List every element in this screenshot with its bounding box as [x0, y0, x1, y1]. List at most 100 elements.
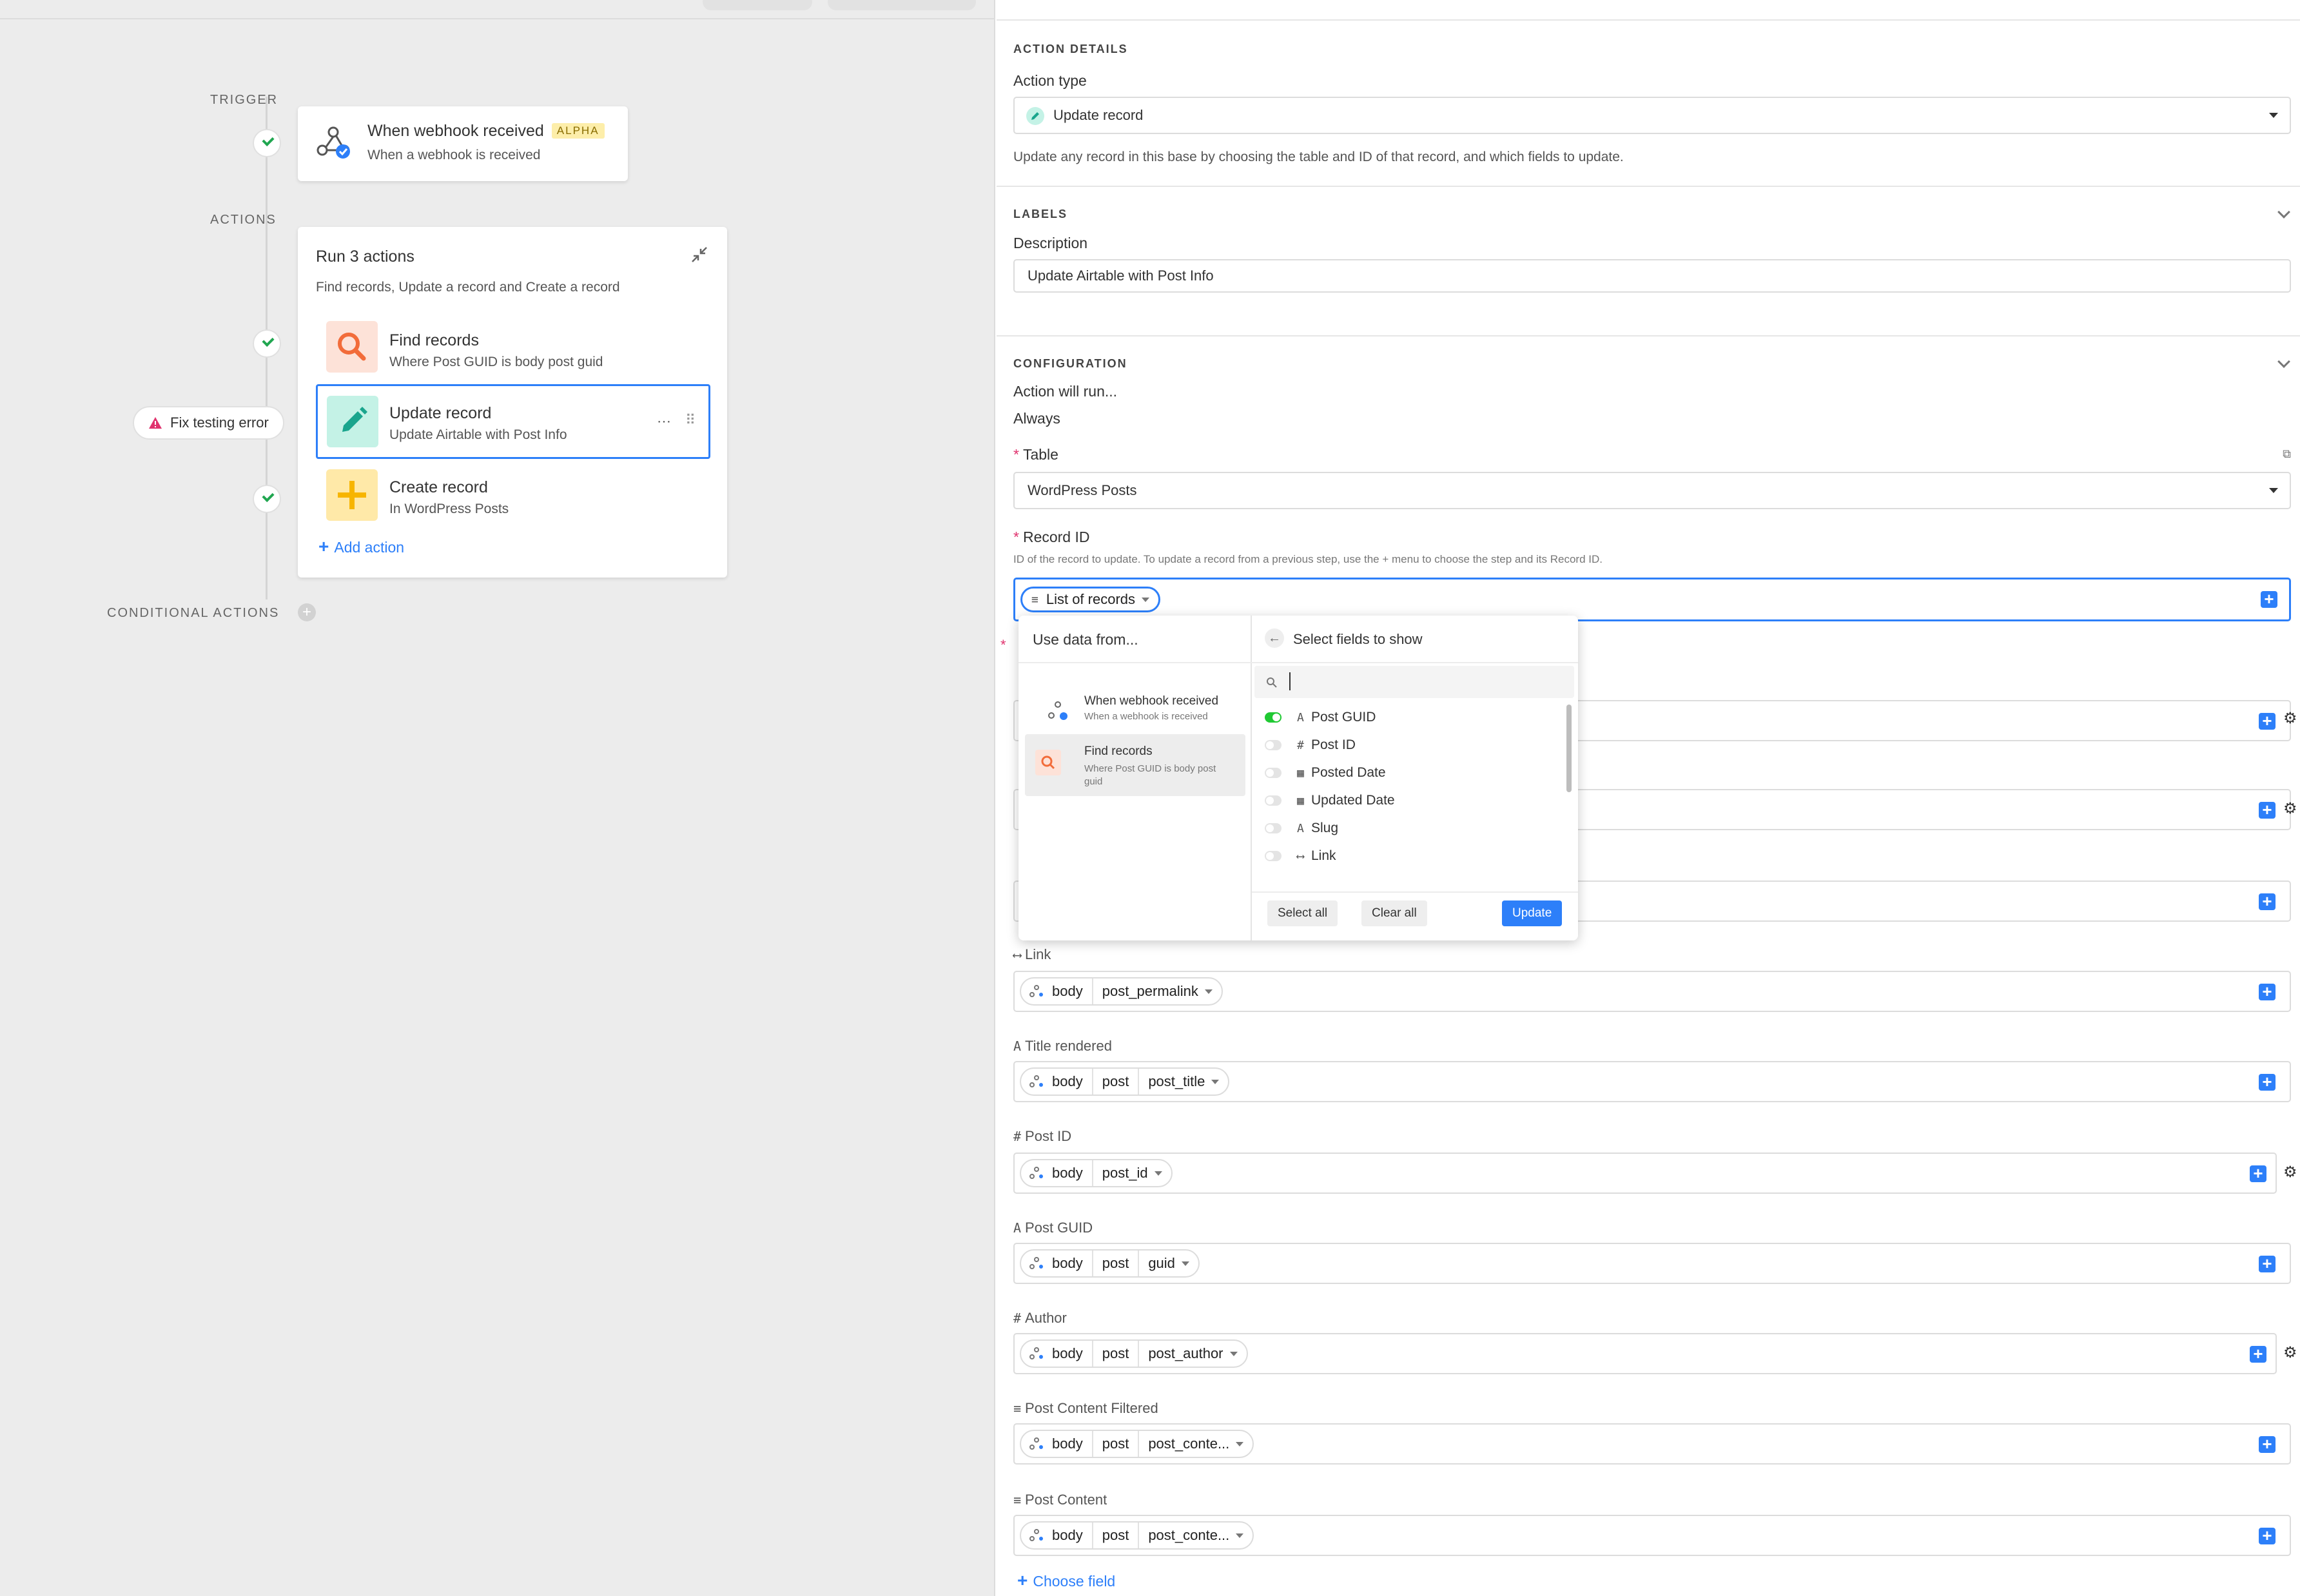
long-text-type-icon: ≡ — [1013, 1492, 1022, 1508]
gear-icon[interactable]: ⚙ — [2283, 1343, 2297, 1362]
field-input-author[interactable]: body post post_author + — [1013, 1333, 2277, 1374]
chevron-down-icon — [2269, 113, 2278, 118]
drag-handle-icon[interactable]: ⠿ — [685, 412, 696, 429]
toggle-switch[interactable] — [1265, 851, 1282, 861]
action-group-card[interactable]: Run 3 actions Find records, Update a rec… — [298, 227, 727, 578]
choose-field-button[interactable]: + Choose field — [1017, 1570, 1115, 1591]
add-conditional-icon[interactable]: + — [298, 603, 316, 621]
token-chip[interactable]: body post guid — [1020, 1249, 1200, 1278]
insert-data-button[interactable]: + — [2259, 712, 2276, 730]
gear-icon[interactable]: ⚙ — [2283, 709, 2297, 728]
status-check-icon — [253, 129, 281, 157]
field-input-post-content-filtered[interactable]: body post post_conte... + — [1013, 1423, 2291, 1465]
field-option[interactable]: A Post GUID — [1252, 705, 1561, 730]
add-action-button[interactable]: + Add action — [318, 536, 404, 557]
insert-data-button[interactable]: + — [2261, 590, 2277, 608]
update-button[interactable]: Update — [1502, 900, 1563, 926]
toggle-switch[interactable] — [1265, 740, 1282, 750]
field-input-post-guid[interactable]: body post guid + — [1013, 1243, 2291, 1284]
expand-icon[interactable]: ⧉ — [2283, 447, 2291, 461]
token-chip[interactable]: body post post_conte... — [1020, 1521, 1254, 1550]
action-details-heading: ACTION DETAILS — [1013, 43, 1128, 55]
field-option[interactable]: # Post ID — [1252, 732, 1561, 758]
webhook-icon — [1029, 1528, 1044, 1543]
required-marker: * — [1000, 637, 1006, 653]
action-create-record[interactable]: Create record In WordPress Posts — [316, 460, 709, 529]
token-chip[interactable]: body post post_author — [1020, 1339, 1248, 1368]
back-arrow-icon[interactable]: ← — [1265, 628, 1284, 648]
chevron-down-icon — [1211, 1079, 1220, 1084]
field-option[interactable]: ▦ Posted Date — [1252, 760, 1561, 786]
text-type-icon: A — [1013, 1220, 1022, 1236]
data-picker-popover: Use data from... When webhook received W… — [1018, 616, 1578, 940]
description-input[interactable]: Update Airtable with Post Info — [1013, 259, 2291, 293]
token-chip[interactable]: body post_id — [1020, 1159, 1173, 1187]
action-title: Find records — [389, 331, 479, 349]
toggle-switch[interactable] — [1265, 823, 1282, 833]
insert-data-button[interactable]: + — [2259, 893, 2276, 910]
insert-data-button[interactable]: + — [2259, 1527, 2276, 1544]
insert-data-button[interactable]: + — [2259, 801, 2276, 819]
field-option-name: Post GUID — [1311, 710, 1376, 725]
insert-data-button[interactable]: + — [2259, 1073, 2276, 1091]
token-chip[interactable]: body post_permalink — [1020, 977, 1223, 1006]
field-option[interactable]: ▦ Updated Date — [1252, 788, 1561, 813]
fix-testing-error-badge[interactable]: Fix testing error — [133, 406, 284, 440]
token-segment: post — [1102, 1073, 1129, 1089]
action-subtitle: Update Airtable with Post Info — [389, 427, 567, 442]
insert-data-button[interactable]: + — [2250, 1165, 2266, 1182]
action-title: Create record — [389, 478, 488, 496]
chevron-down-icon[interactable] — [2277, 206, 2290, 219]
table-select[interactable]: WordPress Posts — [1013, 472, 2291, 509]
number-type-icon: # — [1013, 1310, 1022, 1326]
text-cursor — [1289, 672, 1291, 690]
clear-all-button[interactable]: Clear all — [1361, 900, 1427, 926]
gear-icon[interactable]: ⚙ — [2283, 799, 2297, 818]
webhook-icon — [1029, 1165, 1044, 1181]
field-option-name: Link — [1311, 848, 1336, 863]
chevron-down-icon — [1236, 1441, 1244, 1446]
toolbar-dropdown[interactable] — [828, 0, 976, 10]
field-option[interactable]: A Slug — [1252, 815, 1561, 841]
toggle-switch[interactable] — [1265, 712, 1282, 723]
source-subtitle: When a webhook is received — [1084, 711, 1208, 722]
action-subtitle: Where Post GUID is body post guid — [389, 355, 603, 369]
more-icon[interactable]: ⋯ — [657, 413, 671, 430]
toggle-switch[interactable] — [1265, 795, 1282, 806]
field-input-title-rendered[interactable]: body post post_title + — [1013, 1061, 2291, 1102]
toggle-switch[interactable] — [1265, 768, 1282, 778]
insert-data-button[interactable]: + — [2250, 1345, 2266, 1363]
insert-data-button[interactable]: + — [2259, 1435, 2276, 1453]
token-chip[interactable]: body post post_conte... — [1020, 1430, 1254, 1458]
token-chip[interactable]: body post post_title — [1020, 1067, 1230, 1096]
webhook-icon — [1029, 1346, 1044, 1361]
field-input-link[interactable]: body post_permalink + — [1013, 971, 2291, 1012]
field-input-post-id[interactable]: body post_id + — [1013, 1153, 2277, 1194]
field-search-input[interactable] — [1254, 666, 1574, 698]
collapse-icon[interactable] — [691, 246, 708, 263]
insert-data-button[interactable]: + — [2259, 983, 2276, 1000]
token-segment: body — [1052, 1165, 1083, 1181]
record-id-input[interactable]: ≡ List of records + — [1013, 578, 2291, 621]
list-of-records-chip[interactable]: ≡ List of records — [1020, 587, 1161, 612]
chevron-down-icon[interactable] — [2277, 355, 2290, 368]
action-find-records[interactable]: Find records Where Post GUID is body pos… — [316, 313, 709, 382]
source-webhook[interactable]: When webhook received When a webhook is … — [1025, 680, 1245, 742]
trigger-card[interactable]: When webhook received ALPHA When a webhoo… — [298, 106, 628, 181]
gear-icon[interactable]: ⚙ — [2283, 1163, 2297, 1182]
scrollbar[interactable] — [1566, 705, 1572, 792]
insert-data-button[interactable]: + — [2259, 1255, 2276, 1272]
toolbar-dropdown[interactable] — [703, 0, 812, 10]
field-option[interactable]: ⟷ Link — [1252, 843, 1561, 866]
field-option-list[interactable]: A Post GUID # Post ID ▦ Posted Date ▦ Up… — [1252, 705, 1578, 866]
field-input-post-content[interactable]: body post post_conte... + — [1013, 1515, 2291, 1556]
chevron-down-icon — [1154, 1171, 1162, 1176]
token-segment: post_permalink — [1102, 983, 1198, 999]
list-icon: ≡ — [1031, 592, 1038, 607]
action-update-record[interactable]: Update record Update Airtable with Post … — [316, 384, 710, 459]
select-all-button[interactable]: Select all — [1267, 900, 1338, 926]
action-type-label: Action type — [1013, 72, 1087, 89]
webhook-icon — [1029, 1436, 1044, 1452]
source-find-records[interactable]: Find records Where Post GUID is body pos… — [1025, 734, 1245, 796]
action-type-select[interactable]: Update record — [1013, 97, 2291, 134]
